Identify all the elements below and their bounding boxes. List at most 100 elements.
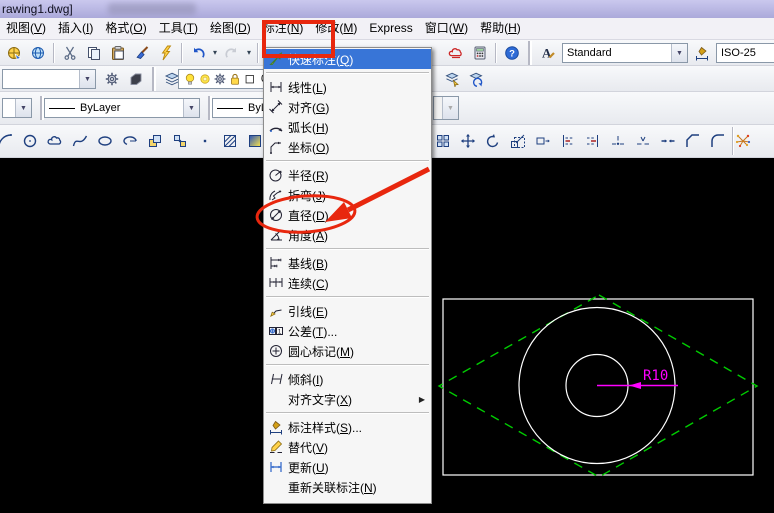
dim-style-button[interactable]: [690, 41, 714, 65]
dimension-menu-item-center-mark[interactable]: 圆心标记(M): [264, 341, 431, 361]
fillet-button[interactable]: [705, 128, 730, 154]
stretch-icon: [535, 133, 551, 149]
dimension-menu-item-angular[interactable]: 角度(A): [264, 225, 431, 245]
menu-item-draw[interactable]: 绘图(D): [204, 18, 257, 39]
stretch-button[interactable]: [530, 128, 555, 154]
ellipse-arc-button[interactable]: [117, 128, 142, 154]
boundary-rectangle: [443, 299, 753, 475]
hatch-icon: [222, 133, 238, 149]
insert-block-button[interactable]: [142, 128, 167, 154]
menu-separator: [264, 361, 431, 369]
chevron-down-icon[interactable]: ▼: [15, 99, 31, 117]
extend-button[interactable]: [580, 128, 605, 154]
match-properties-button[interactable]: [130, 41, 154, 65]
dimension-menu-item-ordinate[interactable]: 坐标(O): [264, 137, 431, 157]
text-style-combo[interactable]: Standard ▼: [562, 43, 688, 63]
chevron-down-icon[interactable]: ▼: [183, 99, 199, 117]
layer-previous-button[interactable]: [464, 67, 488, 91]
dimension-menu-item-linear[interactable]: 线性(L): [264, 77, 431, 97]
make-object-layer-current-button[interactable]: [440, 67, 464, 91]
dimension-menu-item-override[interactable]: 替代(V): [264, 437, 431, 457]
arc-button[interactable]: [0, 128, 17, 154]
chevron-down-icon[interactable]: ▼: [671, 44, 687, 62]
dimension-menu-item-dimension-style[interactable]: 标注样式(S)...: [264, 417, 431, 437]
layer-previous-icon: [468, 71, 484, 87]
menu-item-help[interactable]: 帮助(H): [474, 18, 527, 39]
menu-separator: [264, 69, 431, 77]
toolbar-panel-edge: [732, 127, 734, 155]
spline-button[interactable]: [67, 128, 92, 154]
chevron-down-icon[interactable]: ▼: [79, 70, 95, 88]
dimension-menu-item-arc-length[interactable]: 弧长(H): [264, 117, 431, 137]
menu-item-express[interactable]: Express: [363, 18, 418, 39]
undo-button[interactable]: [186, 41, 210, 65]
break-at-point-button[interactable]: [605, 128, 630, 154]
publish-web-button[interactable]: [26, 41, 50, 65]
menu-item-format[interactable]: 格式(O): [99, 18, 152, 39]
array-button[interactable]: [430, 128, 455, 154]
dimension-menu-item-jogged[interactable]: 折弯(J): [264, 185, 431, 205]
redo-dropdown-arrow[interactable]: ▾: [244, 48, 254, 57]
copy-button[interactable]: [82, 41, 106, 65]
dimension-menu-item-update[interactable]: 更新(U): [264, 457, 431, 477]
break-icon: [635, 133, 651, 149]
break-button[interactable]: [630, 128, 655, 154]
dimension-menu-item-radius[interactable]: 半径(R): [264, 165, 431, 185]
dimension-menu-item-baseline[interactable]: 基线(B): [264, 253, 431, 273]
quickcalc-button[interactable]: [468, 41, 492, 65]
dimension-menu-item-quick-dimension[interactable]: 快速标注(Q): [264, 49, 431, 69]
dimension-menu-item-reassociate[interactable]: 重新关联标注(N): [264, 477, 431, 497]
menu-separator: [264, 293, 431, 301]
scale-button[interactable]: [505, 128, 530, 154]
chamfer-button[interactable]: [680, 128, 705, 154]
menu-item-tools[interactable]: 工具(T): [153, 18, 204, 39]
paste-button[interactable]: [106, 41, 130, 65]
dimension-menu-item-oblique[interactable]: 倾斜(I): [264, 369, 431, 389]
revision-cloud-button[interactable]: [42, 128, 67, 154]
dim-style-combo[interactable]: ISO-25: [716, 43, 774, 63]
fillet-icon: [710, 133, 726, 149]
make-block-button[interactable]: [167, 128, 192, 154]
ellipse-icon: [97, 133, 113, 149]
rotate-button[interactable]: [480, 128, 505, 154]
jogged-dim-icon: [268, 187, 284, 203]
help-button[interactable]: ?: [500, 41, 524, 65]
sun-circle-icon: [198, 72, 212, 86]
dimension-menu-item-diameter[interactable]: 直径(D): [264, 205, 431, 225]
dimension-menu-item-aligned[interactable]: 对齐(G): [264, 97, 431, 117]
dimension-menu-item-align-text[interactable]: 对齐文字(X)▶: [264, 389, 431, 409]
move-button[interactable]: [455, 128, 480, 154]
linetype-combo[interactable]: ByLayer ▼: [44, 98, 200, 118]
dimension-menu-item-continue[interactable]: 连续(C): [264, 273, 431, 293]
cut-button[interactable]: [58, 41, 82, 65]
layer-states-button[interactable]: [124, 67, 148, 91]
menu-item-dimension[interactable]: 标注(N): [257, 18, 310, 39]
update-icon: [268, 459, 284, 475]
workspace-combo[interactable]: ▼: [2, 69, 96, 89]
rotate-icon: [485, 133, 501, 149]
ellipse-button[interactable]: [92, 128, 117, 154]
dimension-menu: 快速标注(Q) 线性(L)对齐(G)弧长(H)坐标(O) 半径(R)折弯(J)直径(…: [263, 47, 432, 504]
color-combo[interactable]: ▼: [2, 98, 32, 118]
menu-item-modify[interactable]: 修改(M): [309, 18, 363, 39]
dimension-menu-item-leader[interactable]: 引线(E): [264, 301, 431, 321]
menu-item-view[interactable]: 视图(V): [0, 18, 52, 39]
join-button[interactable]: [655, 128, 680, 154]
quick-select-button[interactable]: [154, 41, 178, 65]
menu-item-insert[interactable]: 插入(I): [52, 18, 99, 39]
layer-properties-manager-button[interactable]: [100, 67, 124, 91]
toolbar-separator: [181, 43, 183, 63]
dimension-menu-item-tolerance[interactable]: 1公差(T)...: [264, 321, 431, 341]
text-style-button[interactable]: A: [536, 41, 560, 65]
radius-dim-icon: [268, 167, 284, 183]
circle-button[interactable]: [17, 128, 42, 154]
markup-button[interactable]: [444, 41, 468, 65]
menu-item-window[interactable]: 窗口(W): [419, 18, 474, 39]
trim-button[interactable]: [555, 128, 580, 154]
hatch-button[interactable]: [217, 128, 242, 154]
etransmit-button[interactable]: [2, 41, 26, 65]
redo-button[interactable]: [220, 41, 244, 65]
undo-dropdown-arrow[interactable]: ▾: [210, 48, 220, 57]
point-button[interactable]: [192, 128, 217, 154]
menu-separator: [264, 157, 431, 165]
